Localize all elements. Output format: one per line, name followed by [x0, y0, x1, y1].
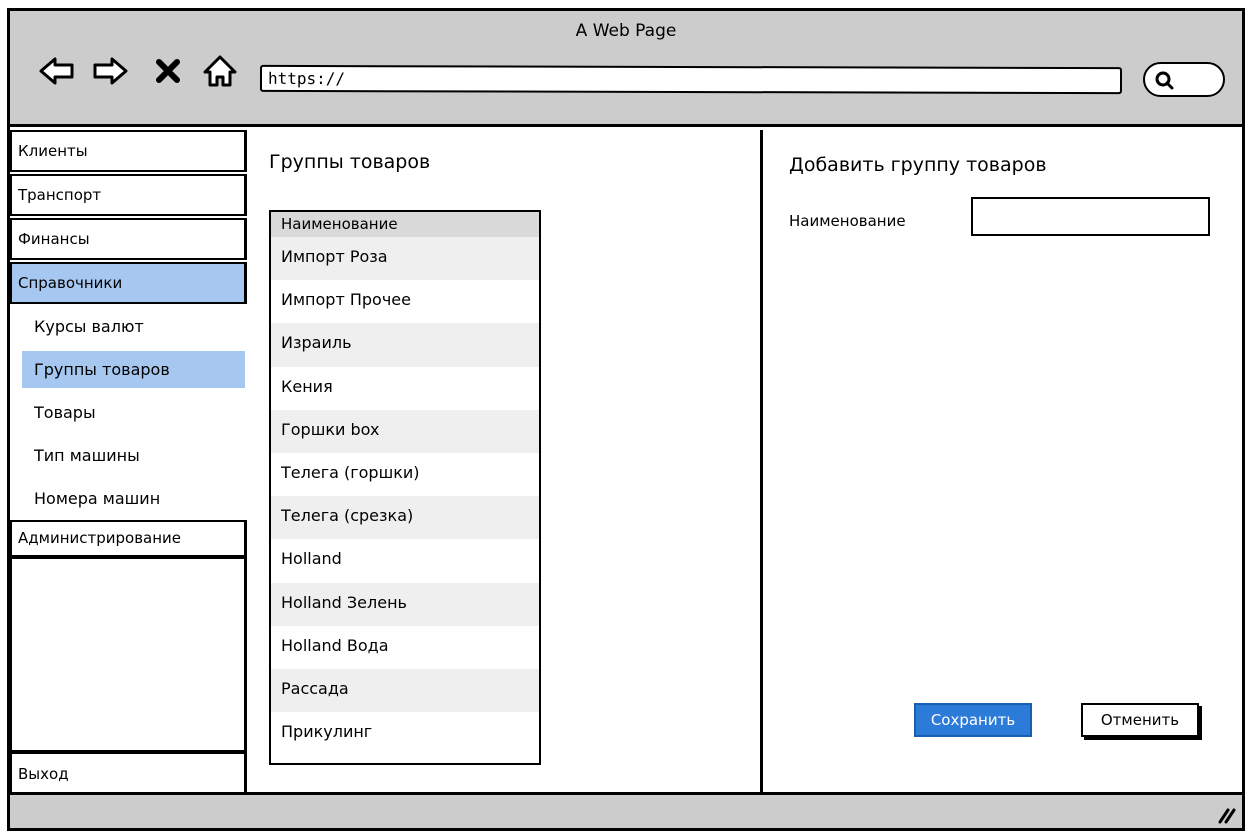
sidebar-subitem-products[interactable]: Товары — [22, 394, 245, 431]
sidebar-item-finance[interactable]: Финансы — [10, 218, 247, 260]
save-button[interactable]: Сохранить — [914, 703, 1032, 737]
list-item[interactable]: Израиль — [271, 323, 539, 367]
list-item[interactable]: Импорт Роза — [271, 237, 539, 281]
sidebar-empty-area — [10, 557, 247, 752]
resize-grip-icon[interactable] — [1214, 802, 1236, 824]
sidebar-item-transport[interactable]: Транспорт — [10, 174, 247, 216]
search-button[interactable] — [1143, 62, 1225, 97]
logout-button[interactable]: Выход — [10, 752, 247, 796]
url-input[interactable]: https:// — [259, 64, 1123, 95]
list-item[interactable]: Кения — [271, 367, 539, 410]
list-item[interactable]: Телега (горшки) — [271, 453, 539, 496]
page-title: Группы товаров — [269, 151, 431, 173]
list-item[interactable]: Горшки box — [271, 409, 539, 453]
sidebar-subitem-vehicle-numbers[interactable]: Номера машин — [22, 480, 245, 517]
status-bar — [10, 792, 1242, 828]
home-icon[interactable] — [200, 51, 240, 91]
browser-toolbar: A Web Page https:// — [10, 11, 1242, 127]
close-icon[interactable] — [148, 51, 188, 91]
form-title: Добавить группу товаров — [789, 154, 1047, 176]
sidebar-subitem-product-groups[interactable]: Группы товаров — [22, 351, 245, 388]
name-label: Наименование — [789, 212, 906, 230]
list-item[interactable]: Рассада — [271, 668, 539, 713]
list-column-header[interactable]: Наименование — [271, 212, 539, 237]
name-input[interactable] — [971, 197, 1210, 236]
sidebar: Клиенты Транспорт Финансы Справочники Ку… — [10, 130, 247, 796]
list-item[interactable]: Holland Зелень — [271, 582, 539, 626]
sidebar-item-directories[interactable]: Справочники — [10, 262, 247, 304]
list-item[interactable]: Holland Вода — [271, 626, 539, 669]
search-icon — [1155, 71, 1174, 90]
cancel-button[interactable]: Отменить — [1081, 703, 1199, 737]
sidebar-item-clients[interactable]: Клиенты — [10, 130, 247, 172]
panel-divider — [760, 130, 763, 796]
browser-window: A Web Page https:// Клиенты Транспорт Фи… — [7, 8, 1245, 831]
list-item[interactable]: Импорт Прочее — [271, 280, 539, 323]
window-title: A Web Page — [575, 21, 677, 41]
sidebar-subitem-vehicle-type[interactable]: Тип машины — [22, 437, 245, 474]
product-groups-list[interactable]: Наименование Импорт Роза Импорт Прочее Изр… — [269, 210, 541, 765]
arrow-right-icon[interactable] — [90, 51, 130, 91]
list-item[interactable]: Прикулинг — [271, 712, 539, 755]
arrow-left-icon[interactable] — [37, 51, 77, 91]
list-item[interactable]: Телега (срезка) — [271, 496, 539, 540]
sidebar-subitem-currency-rates[interactable]: Курсы валют — [22, 308, 245, 345]
sidebar-item-administration[interactable]: Администрирование — [10, 520, 247, 557]
list-item[interactable]: Holland — [271, 539, 539, 582]
